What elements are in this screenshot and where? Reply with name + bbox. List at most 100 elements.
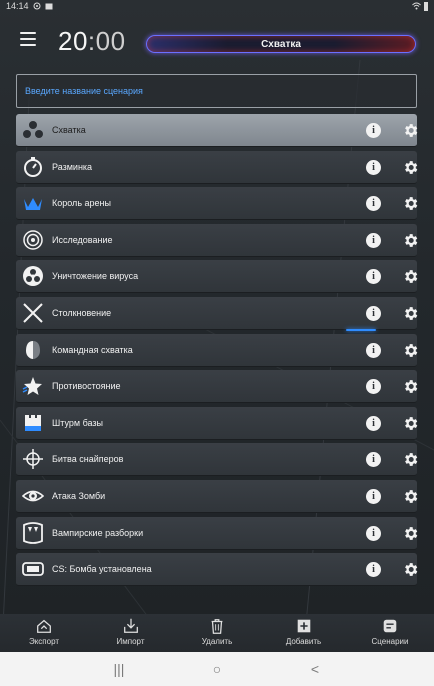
settings-gear-icon[interactable] bbox=[402, 232, 419, 249]
export-label: Экспорт bbox=[28, 637, 60, 646]
wifi-icon bbox=[412, 2, 421, 10]
scenario-label: Штурм базы bbox=[52, 417, 104, 428]
fangs-icon bbox=[22, 521, 44, 544]
trash-icon bbox=[211, 619, 223, 634]
current-mode-pill[interactable]: Схватка bbox=[146, 35, 416, 53]
split-helmet-icon bbox=[22, 339, 44, 361]
info-button[interactable]: i bbox=[366, 379, 381, 395]
fortress-icon bbox=[22, 412, 44, 434]
scenario-label: Король арены bbox=[52, 198, 111, 209]
image-icon bbox=[45, 3, 53, 9]
settings-gear-icon[interactable] bbox=[402, 342, 419, 359]
scenario-label: Вампирские разборки bbox=[52, 527, 144, 538]
scenario-label: Атака Зомби bbox=[52, 490, 106, 501]
settings-gear-icon[interactable] bbox=[402, 268, 419, 285]
info-button[interactable]: i bbox=[366, 305, 381, 321]
scenario-label: Битва снайперов bbox=[52, 454, 124, 465]
info-button[interactable]: i bbox=[366, 415, 381, 431]
home-button[interactable]: ○ bbox=[207, 661, 227, 677]
scenario-search-box bbox=[16, 74, 417, 108]
header: 20:00 Схватка bbox=[0, 14, 434, 68]
info-button[interactable]: i bbox=[366, 452, 381, 468]
scenario-list: Схватка i Разминка i Король арены i Иссл… bbox=[16, 114, 419, 590]
import-icon bbox=[123, 618, 138, 633]
scenario-label: CS: Бомба установлена bbox=[52, 564, 152, 575]
info-button[interactable]: i bbox=[366, 488, 381, 504]
scenario-label: Исследование bbox=[52, 234, 113, 245]
game-timer: 20:00 bbox=[58, 26, 126, 57]
timer-minutes: 20 bbox=[58, 26, 88, 56]
scenario-label: Схватка bbox=[52, 125, 86, 135]
status-bar: 14:14 bbox=[0, 0, 434, 12]
info-button[interactable]: i bbox=[366, 159, 381, 175]
scenarios-button[interactable]: Сценарии bbox=[350, 614, 430, 652]
settings-gear-icon[interactable] bbox=[402, 159, 419, 176]
status-time: 14:14 bbox=[6, 1, 29, 11]
eye-icon bbox=[22, 485, 44, 507]
scenario-label: Разминка bbox=[52, 161, 93, 172]
battery-icon bbox=[424, 1, 428, 11]
scenario-row-razminka[interactable]: Разминка i bbox=[16, 150, 419, 184]
settings-gear-icon[interactable] bbox=[402, 415, 419, 432]
add-button[interactable]: Добавить bbox=[264, 614, 344, 652]
back-button[interactable]: < bbox=[305, 661, 325, 677]
system-nav-bar: ||| ○ < bbox=[0, 652, 434, 686]
timer-seconds: 00 bbox=[95, 26, 126, 56]
delete-label: Удалить bbox=[201, 637, 233, 646]
info-button[interactable]: i bbox=[366, 232, 381, 248]
scenario-row-shturm-bazy[interactable]: Штурм базы i bbox=[16, 406, 419, 440]
scenarios-label: Сценарии bbox=[371, 637, 409, 646]
scenario-row-korol-areny[interactable]: Король арены i bbox=[16, 187, 419, 221]
settings-gear-icon[interactable] bbox=[402, 122, 419, 139]
import-label: Импорт bbox=[116, 637, 145, 646]
scenario-row-vampirskie-razborki[interactable]: Вампирские разборки i bbox=[16, 516, 419, 550]
settings-gear-icon[interactable] bbox=[402, 561, 419, 578]
info-button[interactable]: i bbox=[366, 562, 381, 578]
info-button[interactable]: i bbox=[366, 269, 381, 285]
add-icon bbox=[297, 619, 310, 633]
settings-gear-icon[interactable] bbox=[402, 488, 419, 505]
info-button[interactable]: i bbox=[366, 196, 381, 212]
people-group-icon bbox=[22, 119, 44, 141]
scenario-label: Противостояние bbox=[52, 381, 121, 392]
biohazard-icon bbox=[22, 265, 44, 287]
settings-gear-icon[interactable] bbox=[402, 451, 419, 468]
scenario-row-komandnaya-skhvatka[interactable]: Командная схватка i bbox=[16, 333, 419, 367]
scenario-row-stolknovenie[interactable]: Столкновение i bbox=[16, 296, 419, 331]
scenario-row-skhvatka[interactable]: Схватка i bbox=[16, 114, 419, 147]
crown-icon bbox=[22, 192, 44, 214]
crosshair-icon bbox=[22, 448, 44, 470]
bomb-icon bbox=[22, 558, 44, 580]
star-burst-icon bbox=[22, 375, 44, 397]
recents-button[interactable]: ||| bbox=[109, 661, 129, 677]
scenario-search-input[interactable] bbox=[17, 75, 416, 107]
info-button[interactable]: i bbox=[366, 342, 381, 358]
delete-button[interactable]: Удалить bbox=[177, 614, 257, 652]
target-rings-icon bbox=[22, 229, 44, 251]
info-button[interactable]: i bbox=[366, 525, 381, 541]
scenario-row-unichtozhenie-virusa[interactable]: Уничтожение вируса i bbox=[16, 260, 419, 294]
sync-icon bbox=[33, 2, 41, 10]
scenarios-icon bbox=[383, 619, 397, 633]
info-button[interactable]: i bbox=[366, 123, 381, 138]
import-button[interactable]: Импорт bbox=[91, 614, 171, 652]
scenario-label: Столкновение bbox=[52, 307, 112, 318]
hamburger-menu-icon[interactable] bbox=[20, 32, 36, 46]
scenario-row-issledovanie[interactable]: Исследование i bbox=[16, 223, 419, 257]
scenario-row-ataka-zombi[interactable]: Атака Зомби i bbox=[16, 479, 419, 513]
scenario-row-protivostoyanie[interactable]: Противостояние i bbox=[16, 370, 419, 404]
export-icon bbox=[37, 619, 51, 633]
timer-colon: : bbox=[87, 26, 96, 56]
settings-gear-icon[interactable] bbox=[402, 305, 419, 322]
bottom-toolbar: Экспорт Импорт Удалить Добавить Сценарии bbox=[0, 614, 434, 652]
scenario-label: Уничтожение вируса bbox=[52, 271, 139, 282]
stopwatch-icon bbox=[22, 156, 44, 178]
crossed-swords-icon bbox=[22, 302, 44, 324]
scenario-row-bitva-snaiperov[interactable]: Битва снайперов i bbox=[16, 443, 419, 477]
scenario-row-cs-bomba[interactable]: CS: Бомба установлена i bbox=[16, 553, 419, 587]
settings-gear-icon[interactable] bbox=[402, 378, 419, 395]
settings-gear-icon[interactable] bbox=[402, 525, 419, 542]
settings-gear-icon[interactable] bbox=[402, 195, 419, 212]
scenario-label: Командная схватка bbox=[52, 344, 133, 355]
export-button[interactable]: Экспорт bbox=[4, 614, 84, 652]
